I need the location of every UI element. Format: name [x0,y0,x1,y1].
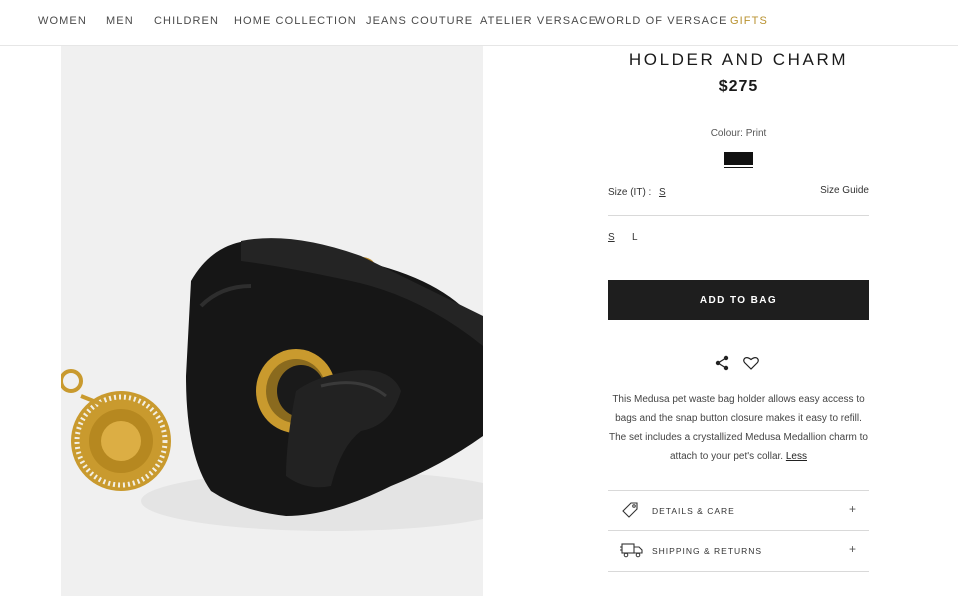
size-option-s[interactable]: S [608,232,615,243]
size-guide-link[interactable]: Size Guide [820,185,869,196]
nav-item-jeans-couture[interactable]: JEANS COUTURE [366,15,473,27]
nav-item-home-collection[interactable]: HOME COLLECTION [234,15,357,27]
accordion-details-care[interactable]: DETAILS & CARE + [608,490,869,531]
tag-icon [620,500,640,525]
less-link[interactable]: Less [786,451,807,462]
nav-item-world-of-versace[interactable]: WORLD OF VERSACE [595,15,728,27]
nav-item-atelier-versace[interactable]: ATELIER VERSACE [480,15,597,27]
accordion-label: DETAILS & CARE [652,506,735,516]
product-photo-illustration [61,238,483,531]
product-title: HOLDER AND CHARM [628,50,849,69]
expand-plus-icon[interactable]: + [849,502,856,516]
swatch-underline [724,167,753,168]
nav-item-women[interactable]: WOMEN [38,15,87,27]
product-description: This Medusa pet waste bag holder allows … [608,390,869,466]
nav-item-children[interactable]: CHILDREN [154,15,219,27]
size-selected-value[interactable]: S [659,187,666,198]
colour-swatch-print[interactable] [724,152,753,165]
size-label: Size (IT) : [608,187,652,198]
share-icon[interactable] [713,354,731,372]
accordion-label: SHIPPING & RETURNS [652,546,763,556]
accordion-shipping-returns[interactable]: SHIPPING & RETURNS + [608,530,869,572]
top-navigation: WOMEN MEN CHILDREN HOME COLLECTION JEANS… [0,0,958,46]
expand-plus-icon[interactable]: + [849,542,856,556]
size-selector-row: Size (IT) : S Size Guide [608,185,869,216]
nav-item-gifts[interactable]: GIFTS [730,15,768,27]
size-option-l[interactable]: L [632,232,638,243]
wishlist-heart-icon[interactable] [742,354,760,372]
colour-label: Colour: Print [710,128,767,139]
product-price: $275 [718,78,759,95]
truck-icon [620,540,644,565]
nav-item-men[interactable]: MEN [106,15,134,27]
product-image[interactable] [61,46,483,596]
add-to-bag-button[interactable]: ADD TO BAG [608,280,869,320]
description-text: This Medusa pet waste bag holder allows … [608,394,868,462]
